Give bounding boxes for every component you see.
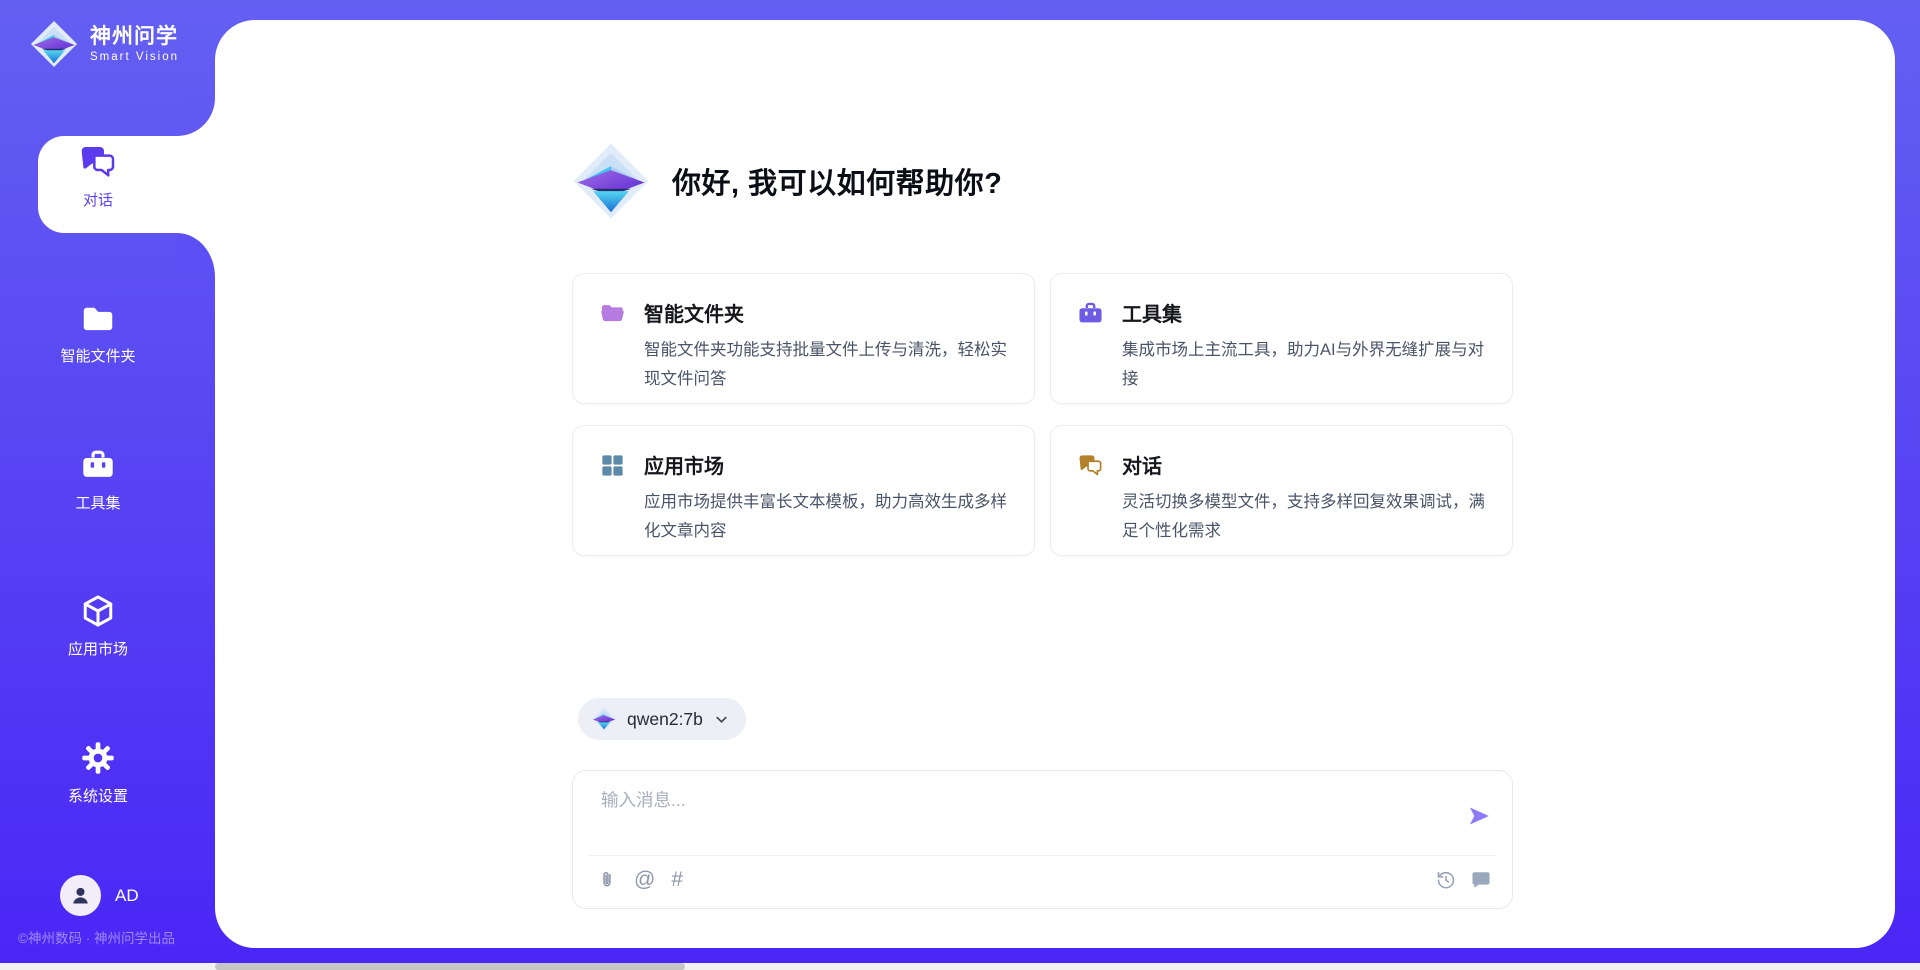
user-name: AD (115, 886, 139, 906)
brand-name: 神州问学 (90, 25, 179, 49)
model-selector[interactable]: qwen2:7b (578, 698, 746, 740)
avatar (60, 875, 101, 916)
message-input[interactable] (599, 789, 1443, 812)
composer-toolbar-right (1435, 869, 1492, 891)
card-title: 智能文件夹 (644, 298, 1008, 327)
logo-diamond-icon (30, 20, 78, 68)
brand-subtitle: Smart Vision (90, 51, 179, 63)
card-toolset[interactable]: 工具集 集成市场上主流工具，助力AI与外界无缝扩展与对接 (1050, 273, 1513, 404)
grid-icon (599, 450, 626, 555)
history-icon[interactable] (1435, 869, 1457, 891)
card-chat[interactable]: 对话 灵活切换多模型文件，支持多样回复效果调试，满足个性化需求 (1050, 425, 1513, 556)
sidebar-item-label: 工具集 (0, 492, 196, 513)
card-description: 灵活切换多模型文件，支持多样回复效果调试，满足个性化需求 (1122, 488, 1486, 546)
sidebar-item-label: 智能文件夹 (0, 345, 196, 366)
sidebar-item-toolset[interactable]: 工具集 (0, 447, 196, 513)
horizontal-scrollbar-thumb[interactable] (215, 963, 685, 970)
card-description: 集成市场上主流工具，助力AI与外界无缝扩展与对接 (1122, 336, 1486, 394)
briefcase-icon (1077, 298, 1104, 403)
message-icon[interactable] (1470, 869, 1492, 891)
chat-icon (78, 142, 118, 182)
feature-cards: 智能文件夹 智能文件夹功能支持批量文件上传与清洗，轻松实现文件问答 工具集 集成… (572, 273, 1513, 556)
sidebar-item-smart-folder[interactable]: 智能文件夹 (0, 300, 196, 366)
toolbox-icon (80, 447, 116, 483)
sidebar-item-chat-content[interactable]: 对话 (0, 142, 196, 210)
gear-icon (80, 740, 116, 776)
model-name: qwen2:7b (627, 709, 703, 730)
card-title: 工具集 (1122, 298, 1486, 327)
cube-icon (80, 593, 116, 629)
card-title: 应用市场 (644, 450, 1008, 479)
sidebar-item-label: 对话 (0, 189, 196, 210)
send-icon[interactable] (1466, 803, 1492, 829)
card-app-market[interactable]: 应用市场 应用市场提供丰富长文本模板，助力高效生成多样化文章内容 (572, 425, 1035, 556)
sidebar-item-label: 系统设置 (0, 785, 196, 806)
composer: @ # (572, 770, 1513, 909)
chat-icon (1077, 450, 1104, 555)
logo-diamond-icon (591, 706, 617, 732)
sidebar-footer: ©神州数码 · 神州问学出品 (18, 927, 175, 947)
greeting-title: 你好, 我可以如何帮助你? (672, 160, 1002, 202)
hash-icon[interactable]: # (671, 869, 683, 891)
card-description: 智能文件夹功能支持批量文件上传与清洗，轻松实现文件问答 (644, 336, 1008, 394)
card-title: 对话 (1122, 450, 1486, 479)
open-folder-icon (599, 298, 626, 403)
brand-logo: 神州问学 Smart Vision (30, 20, 179, 68)
card-smart-folder[interactable]: 智能文件夹 智能文件夹功能支持批量文件上传与清洗，轻松实现文件问答 (572, 273, 1035, 404)
sidebar-item-app-market[interactable]: 应用市场 (0, 593, 196, 659)
paperclip-icon[interactable] (596, 869, 618, 891)
logo-diamond-icon (572, 142, 650, 220)
greeting-block: 你好, 我可以如何帮助你? (572, 142, 1002, 220)
sidebar-item-settings[interactable]: 系统设置 (0, 740, 196, 806)
chevron-down-icon (713, 711, 730, 728)
composer-toolbar-left: @ # (596, 869, 683, 891)
sidebar-item-label: 应用市场 (0, 638, 196, 659)
at-sign-icon[interactable]: @ (634, 869, 655, 891)
folder-icon (80, 300, 116, 336)
composer-divider (589, 855, 1496, 856)
person-icon (69, 884, 92, 907)
user-profile[interactable]: AD (60, 875, 139, 916)
card-description: 应用市场提供丰富长文本模板，助力高效生成多样化文章内容 (644, 488, 1008, 546)
